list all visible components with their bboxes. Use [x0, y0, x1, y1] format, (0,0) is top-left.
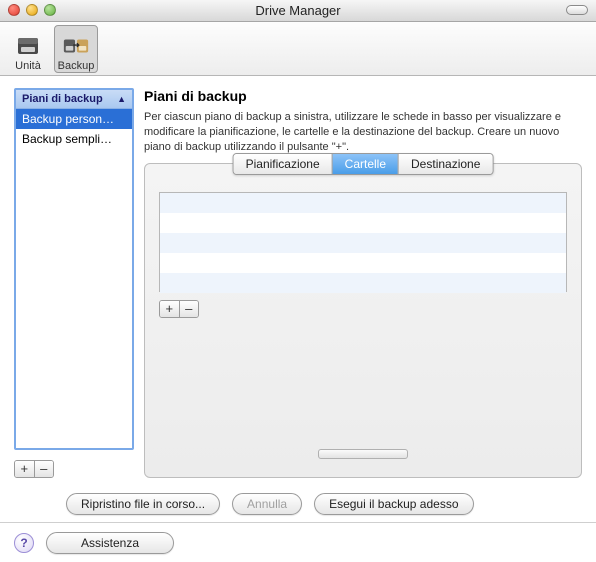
toolbar-drives[interactable]: Unità: [6, 25, 50, 73]
toolbar-drives-label: Unità: [15, 60, 41, 72]
minimize-window-button[interactable]: [26, 4, 38, 16]
toolbar-backup[interactable]: Backup: [54, 25, 98, 73]
drive-icon: [14, 32, 42, 60]
backup-plans-list[interactable]: Piani di backup ▲ Backup person… Backup …: [14, 88, 134, 450]
table-row[interactable]: [160, 253, 566, 273]
content-pane: Piani di backup Per ciascun piano di bac…: [144, 88, 582, 478]
table-row[interactable]: [160, 233, 566, 253]
table-row[interactable]: [160, 193, 566, 213]
close-window-button[interactable]: [8, 4, 20, 16]
folders-add-remove: + –: [159, 300, 199, 318]
help-icon[interactable]: ?: [14, 533, 34, 553]
segmented-tabs: Pianificazione Cartelle Destinazione: [233, 153, 494, 175]
backup-plans-sidebar: Piani di backup ▲ Backup person… Backup …: [14, 88, 134, 478]
remove-plan-button[interactable]: –: [34, 461, 54, 477]
folders-table[interactable]: [159, 192, 567, 292]
main-area: Piani di backup ▲ Backup person… Backup …: [0, 76, 596, 486]
tab-folders[interactable]: Cartelle: [332, 154, 398, 174]
table-row[interactable]: [160, 213, 566, 233]
footer: ? Assistenza: [0, 522, 596, 562]
window-titlebar: Drive Manager: [0, 0, 596, 22]
resize-grip[interactable]: [318, 449, 408, 459]
tab-schedule[interactable]: Pianificazione: [234, 154, 332, 174]
toolbar-backup-label: Backup: [58, 60, 95, 72]
assistance-button[interactable]: Assistenza: [46, 532, 174, 554]
sort-ascending-icon: ▲: [117, 94, 126, 104]
backup-drives-icon: [62, 32, 90, 60]
panel-inner: + –: [145, 182, 581, 477]
backup-plans-header-label: Piani di backup: [22, 93, 103, 105]
run-backup-button[interactable]: Esegui il backup adesso: [314, 493, 473, 515]
zoom-window-button[interactable]: [44, 4, 56, 16]
tab-panel: Pianificazione Cartelle Destinazione + –: [144, 163, 582, 478]
action-bar: +– Ripristino file in corso... Annulla E…: [0, 486, 596, 522]
add-folder-button[interactable]: +: [160, 301, 179, 317]
main-toolbar: Unità Backup: [0, 22, 596, 76]
content-description: Per ciascun piano di backup a sinistra, …: [144, 110, 582, 155]
toolbar-toggle-button[interactable]: [566, 5, 588, 15]
backup-plans-items: Backup person… Backup sempli…: [16, 109, 132, 448]
window-title: Drive Manager: [0, 3, 596, 18]
tab-destination[interactable]: Destinazione: [398, 154, 492, 174]
remove-folder-button[interactable]: –: [179, 301, 199, 317]
cancel-button: Annulla: [232, 493, 302, 515]
list-item[interactable]: Backup sempli…: [16, 129, 132, 149]
table-row[interactable]: [160, 273, 566, 293]
content-heading: Piani di backup: [144, 88, 582, 104]
add-plan-button[interactable]: +: [15, 461, 34, 477]
list-item[interactable]: Backup person…: [16, 109, 132, 129]
restore-button[interactable]: Ripristino file in corso...: [66, 493, 220, 515]
plans-add-remove: + –: [14, 460, 54, 478]
window-controls: [8, 4, 56, 16]
backup-plans-header[interactable]: Piani di backup ▲: [16, 90, 132, 109]
